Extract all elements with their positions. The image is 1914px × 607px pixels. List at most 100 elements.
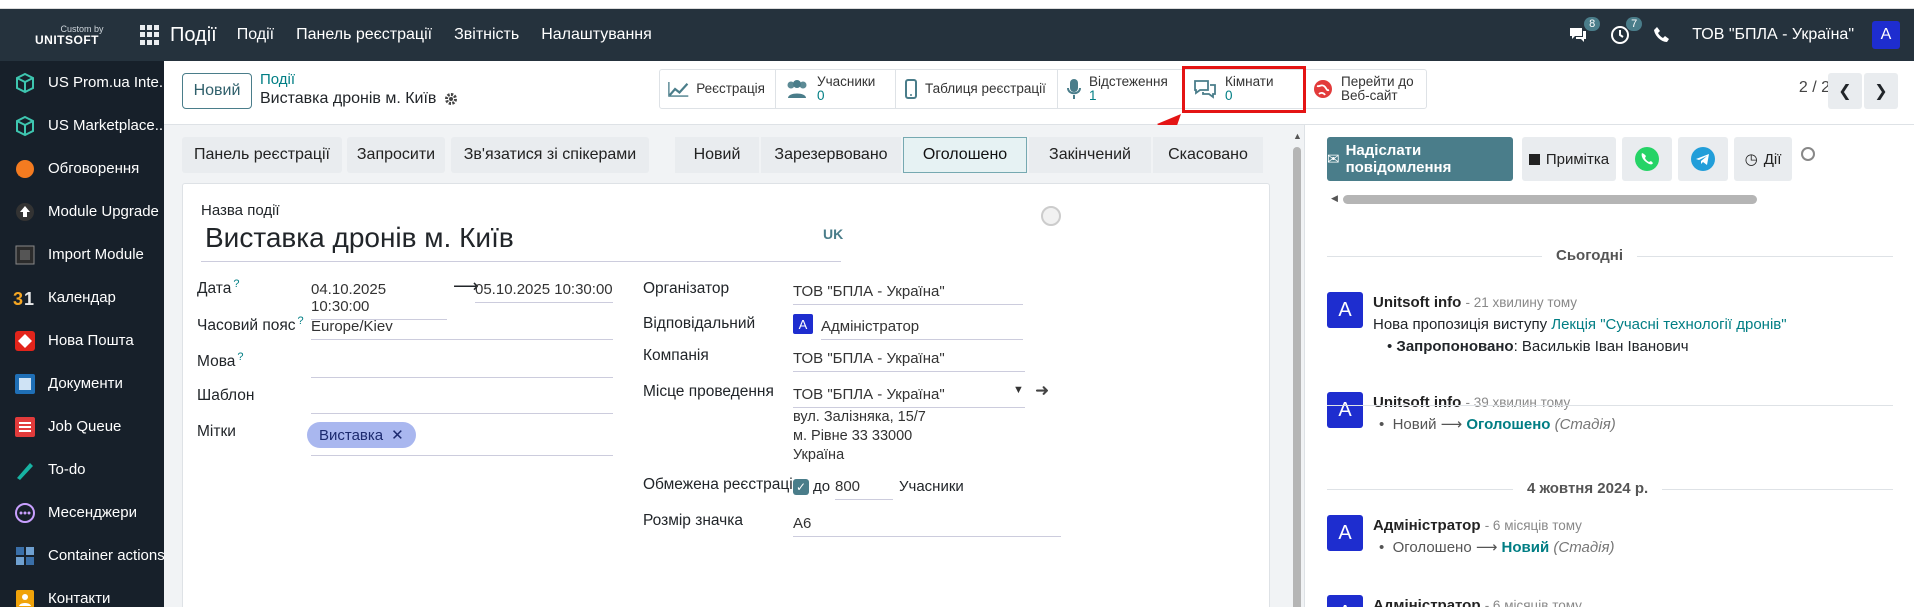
breadcrumb-current: Виставка дронів м. Київ: [260, 90, 458, 108]
activity-clock-icon[interactable]: 7: [1608, 17, 1643, 47]
status-circle-icon[interactable]: [1041, 206, 1061, 226]
message-author[interactable]: Адміністратор: [1373, 517, 1481, 534]
date-separator: [1327, 405, 1893, 406]
form-area: Панель реєстрації Запросити Зв'язатися з…: [164, 125, 1290, 607]
send-message-button[interactable]: ✉ Надіслати повідомлення: [1327, 137, 1513, 181]
menu-reporting[interactable]: Звітність: [454, 26, 519, 44]
app-title[interactable]: Події: [170, 24, 217, 47]
app-menu-icon[interactable]: [140, 25, 160, 45]
arrow-right-icon[interactable]: ➜: [1035, 381, 1049, 401]
limit-to-text: до: [813, 478, 831, 495]
limit-value-field[interactable]: 800: [835, 478, 893, 500]
telegram-icon: [1691, 147, 1715, 171]
stage-announced[interactable]: Оголошено: [903, 137, 1027, 173]
sidebar-item-prom[interactable]: US Prom.ua Inte...: [0, 61, 164, 104]
responsible-field[interactable]: Адміністратор: [821, 318, 1023, 340]
stage-new[interactable]: Новий: [675, 137, 759, 173]
message-link[interactable]: Лекція "Сучасні технології дронів": [1551, 316, 1786, 333]
message-author[interactable]: Unitsoft info: [1373, 294, 1461, 311]
stage-ended[interactable]: Закінчений: [1029, 137, 1151, 173]
limit-registration-label: Обмежена реєстрація: [643, 476, 802, 493]
pager-prev-button[interactable]: ❮: [1828, 73, 1862, 109]
go-to-website-smart-button[interactable]: Перейти до Веб-сайт: [1304, 70, 1426, 108]
sidebar-item-todo[interactable]: To-do: [0, 448, 164, 491]
form-scrollbar[interactable]: ▲: [1290, 125, 1304, 607]
sidebar-item-container-actions[interactable]: Container actions: [0, 534, 164, 577]
new-button[interactable]: Новий: [182, 73, 252, 109]
sidebar-item-calendar[interactable]: 31 Календар: [0, 276, 164, 319]
control-panel: Новий Події Виставка дронів м. Київ Реєс…: [164, 61, 1914, 125]
registration-desk-button[interactable]: Панель реєстрації: [182, 137, 342, 173]
search-icon[interactable]: [1801, 147, 1815, 161]
limit-registration-checkbox[interactable]: ✓: [793, 479, 809, 495]
date-end-field[interactable]: 05.10.2025 10:30:00: [475, 281, 613, 303]
pager-next-button[interactable]: ❯: [1864, 73, 1898, 109]
scroll-left-icon[interactable]: ◀: [1331, 193, 1338, 204]
sidebar-item-import-module[interactable]: Import Module: [0, 233, 164, 276]
language-field[interactable]: [311, 354, 613, 378]
breadcrumb-parent[interactable]: Події: [260, 71, 295, 88]
nova-poshta-icon: [12, 329, 38, 353]
form-sheet: Назва події Виставка дронів м. Київ UK Д…: [182, 183, 1270, 607]
menu-events[interactable]: Події: [237, 26, 274, 44]
arrow-right-icon: ⟶: [1440, 416, 1463, 433]
event-name-input[interactable]: Виставка дронів м. Київ: [201, 222, 841, 262]
sidebar-item-nova-poshta[interactable]: Нова Пошта: [0, 319, 164, 362]
language-code[interactable]: UK: [823, 226, 843, 242]
sidebar-item-documents[interactable]: Документи: [0, 362, 164, 405]
company-label: Компанія: [643, 347, 709, 364]
contact-speakers-button[interactable]: Зв'язатися зі спікерами: [451, 137, 649, 173]
sidebar-item-job-queue[interactable]: Job Queue: [0, 405, 164, 448]
menu-registration-desk[interactable]: Панель реєстрації: [296, 26, 432, 44]
telegram-button[interactable]: [1678, 137, 1728, 181]
company-logo[interactable]: Custom by UNITSOFT: [0, 24, 134, 46]
chatter-message: A Unitsoft info - 21 хвилину тому Нова п…: [1327, 292, 1887, 362]
container-icon: [12, 544, 38, 568]
activities-button[interactable]: ◷ Дії: [1734, 137, 1792, 181]
pager-value[interactable]: 2 / 2: [1799, 79, 1830, 97]
sidebar-item-discuss[interactable]: Обговорення: [0, 147, 164, 190]
chat-bubble-icon: [12, 157, 38, 181]
template-field[interactable]: [311, 390, 613, 414]
user-avatar[interactable]: A: [1872, 21, 1900, 49]
log-note-button[interactable]: Примітка: [1522, 137, 1616, 181]
rooms-smart-button[interactable]: Кімнати 0: [1184, 70, 1304, 108]
company-field[interactable]: ТОВ "БПЛА - Україна": [793, 350, 1025, 372]
scroll-up-icon[interactable]: ▲: [1293, 131, 1302, 141]
invite-button[interactable]: Запросити: [347, 137, 445, 173]
limit-unit-text: Учасники: [899, 478, 964, 495]
timezone-field[interactable]: Europe/Kiev: [311, 318, 613, 340]
stage-cancelled[interactable]: Скасовано: [1153, 137, 1263, 173]
company-switcher[interactable]: ТОВ "БПЛА - Україна": [1692, 26, 1854, 44]
top-menu: Події Панель реєстрації Звітність Налашт…: [237, 26, 652, 44]
registration-desk-smart-button[interactable]: Таблиця реєстрації: [896, 70, 1058, 108]
message-time: - 39 хвилин тому: [1465, 395, 1571, 410]
cube-icon: [12, 114, 38, 138]
chevron-right-icon: ❯: [1874, 83, 1888, 100]
sidebar-item-marketplace[interactable]: US Marketplace...: [0, 104, 164, 147]
venue-field[interactable]: ТОВ "БПЛА - Україна": [793, 386, 1025, 408]
cube-icon: [12, 71, 38, 95]
message-author[interactable]: Unitsoft info: [1373, 394, 1461, 411]
date-start-field[interactable]: 04.10.2025 10:30:00: [311, 281, 447, 320]
close-icon[interactable]: ✕: [391, 426, 404, 444]
whatsapp-button[interactable]: [1622, 137, 1672, 181]
menu-configuration[interactable]: Налаштування: [541, 26, 652, 44]
gear-icon[interactable]: [444, 92, 458, 106]
attendees-smart-button[interactable]: Учасники 0: [776, 70, 896, 108]
organizer-field[interactable]: ТОВ "БПЛА - Україна": [793, 283, 1023, 305]
message-author[interactable]: Адміністратор: [1373, 597, 1481, 607]
phone-icon[interactable]: [1650, 23, 1674, 47]
svg-text:1: 1: [24, 289, 34, 309]
sidebar-item-contacts[interactable]: Контакти: [0, 577, 164, 607]
tracks-smart-button[interactable]: Відстеження 1: [1058, 70, 1184, 108]
badge-size-field[interactable]: A6: [793, 515, 1061, 537]
stage-reserved[interactable]: Зарезервовано: [761, 137, 901, 173]
sidebar-item-messengers[interactable]: Месенджери: [0, 491, 164, 534]
caret-down-icon[interactable]: ▼: [1013, 384, 1024, 396]
chatter-hscrollbar[interactable]: ◀ ▶: [1331, 193, 1881, 205]
registration-smart-button[interactable]: Реєстрація: [660, 70, 776, 108]
chat-icon[interactable]: 8: [1566, 17, 1601, 47]
whatsapp-icon: [1635, 147, 1659, 171]
sidebar-item-module-upgrade[interactable]: Module Upgrade: [0, 190, 164, 233]
